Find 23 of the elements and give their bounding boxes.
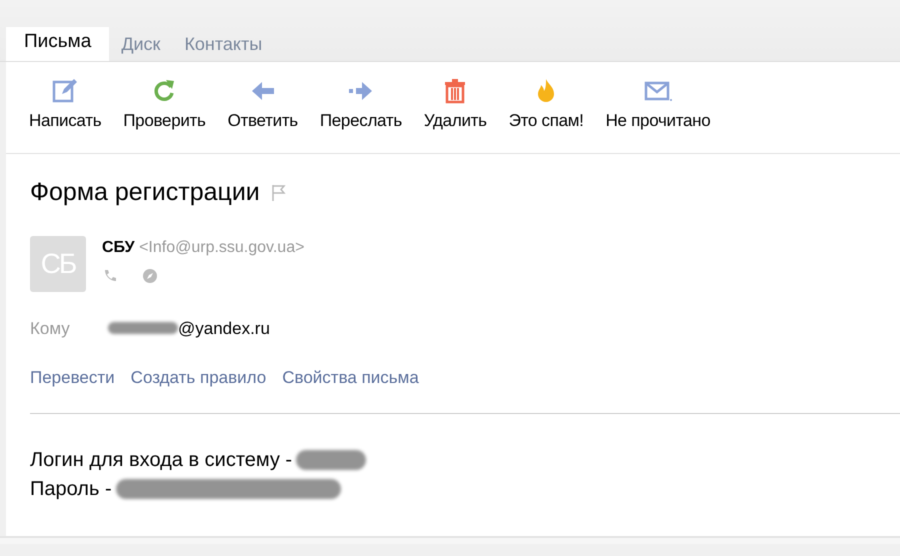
- toolbar-button[interactable]: Удалить: [412, 76, 498, 134]
- compass-icon[interactable]: [142, 268, 158, 284]
- flag-icon[interactable]: [272, 184, 286, 202]
- tab[interactable]: Письма: [6, 27, 110, 61]
- body-text: Пароль -: [30, 476, 112, 502]
- toolbar-button[interactable]: Это спам!: [498, 76, 595, 134]
- link[interactable]: Свойства письма: [282, 365, 419, 390]
- redaction-mark: [296, 450, 366, 470]
- phone-icon[interactable]: [102, 268, 118, 284]
- recipient-label: Кому: [30, 318, 71, 340]
- toolbar-button[interactable]: Не прочитано: [594, 76, 722, 134]
- message-subject: Форма регистрации: [30, 177, 260, 208]
- sender-name: СБУ: [102, 238, 135, 256]
- link[interactable]: Перевести: [30, 365, 115, 390]
- toolbar-button[interactable]: Ответить: [216, 76, 309, 134]
- sender-email: <Info@urp.ssu.gov.ua>: [139, 238, 304, 256]
- link[interactable]: Создать правило: [130, 365, 266, 390]
- toolbar-button[interactable]: Проверить: [112, 76, 217, 134]
- recipient-email: @yandex.ru: [178, 318, 270, 340]
- toolbar-button[interactable]: Переслать: [308, 76, 413, 134]
- body-text: Логин для входа в систему -: [30, 448, 292, 472]
- toolbar-button[interactable]: Написать: [18, 76, 112, 134]
- redaction-mark: [108, 322, 178, 334]
